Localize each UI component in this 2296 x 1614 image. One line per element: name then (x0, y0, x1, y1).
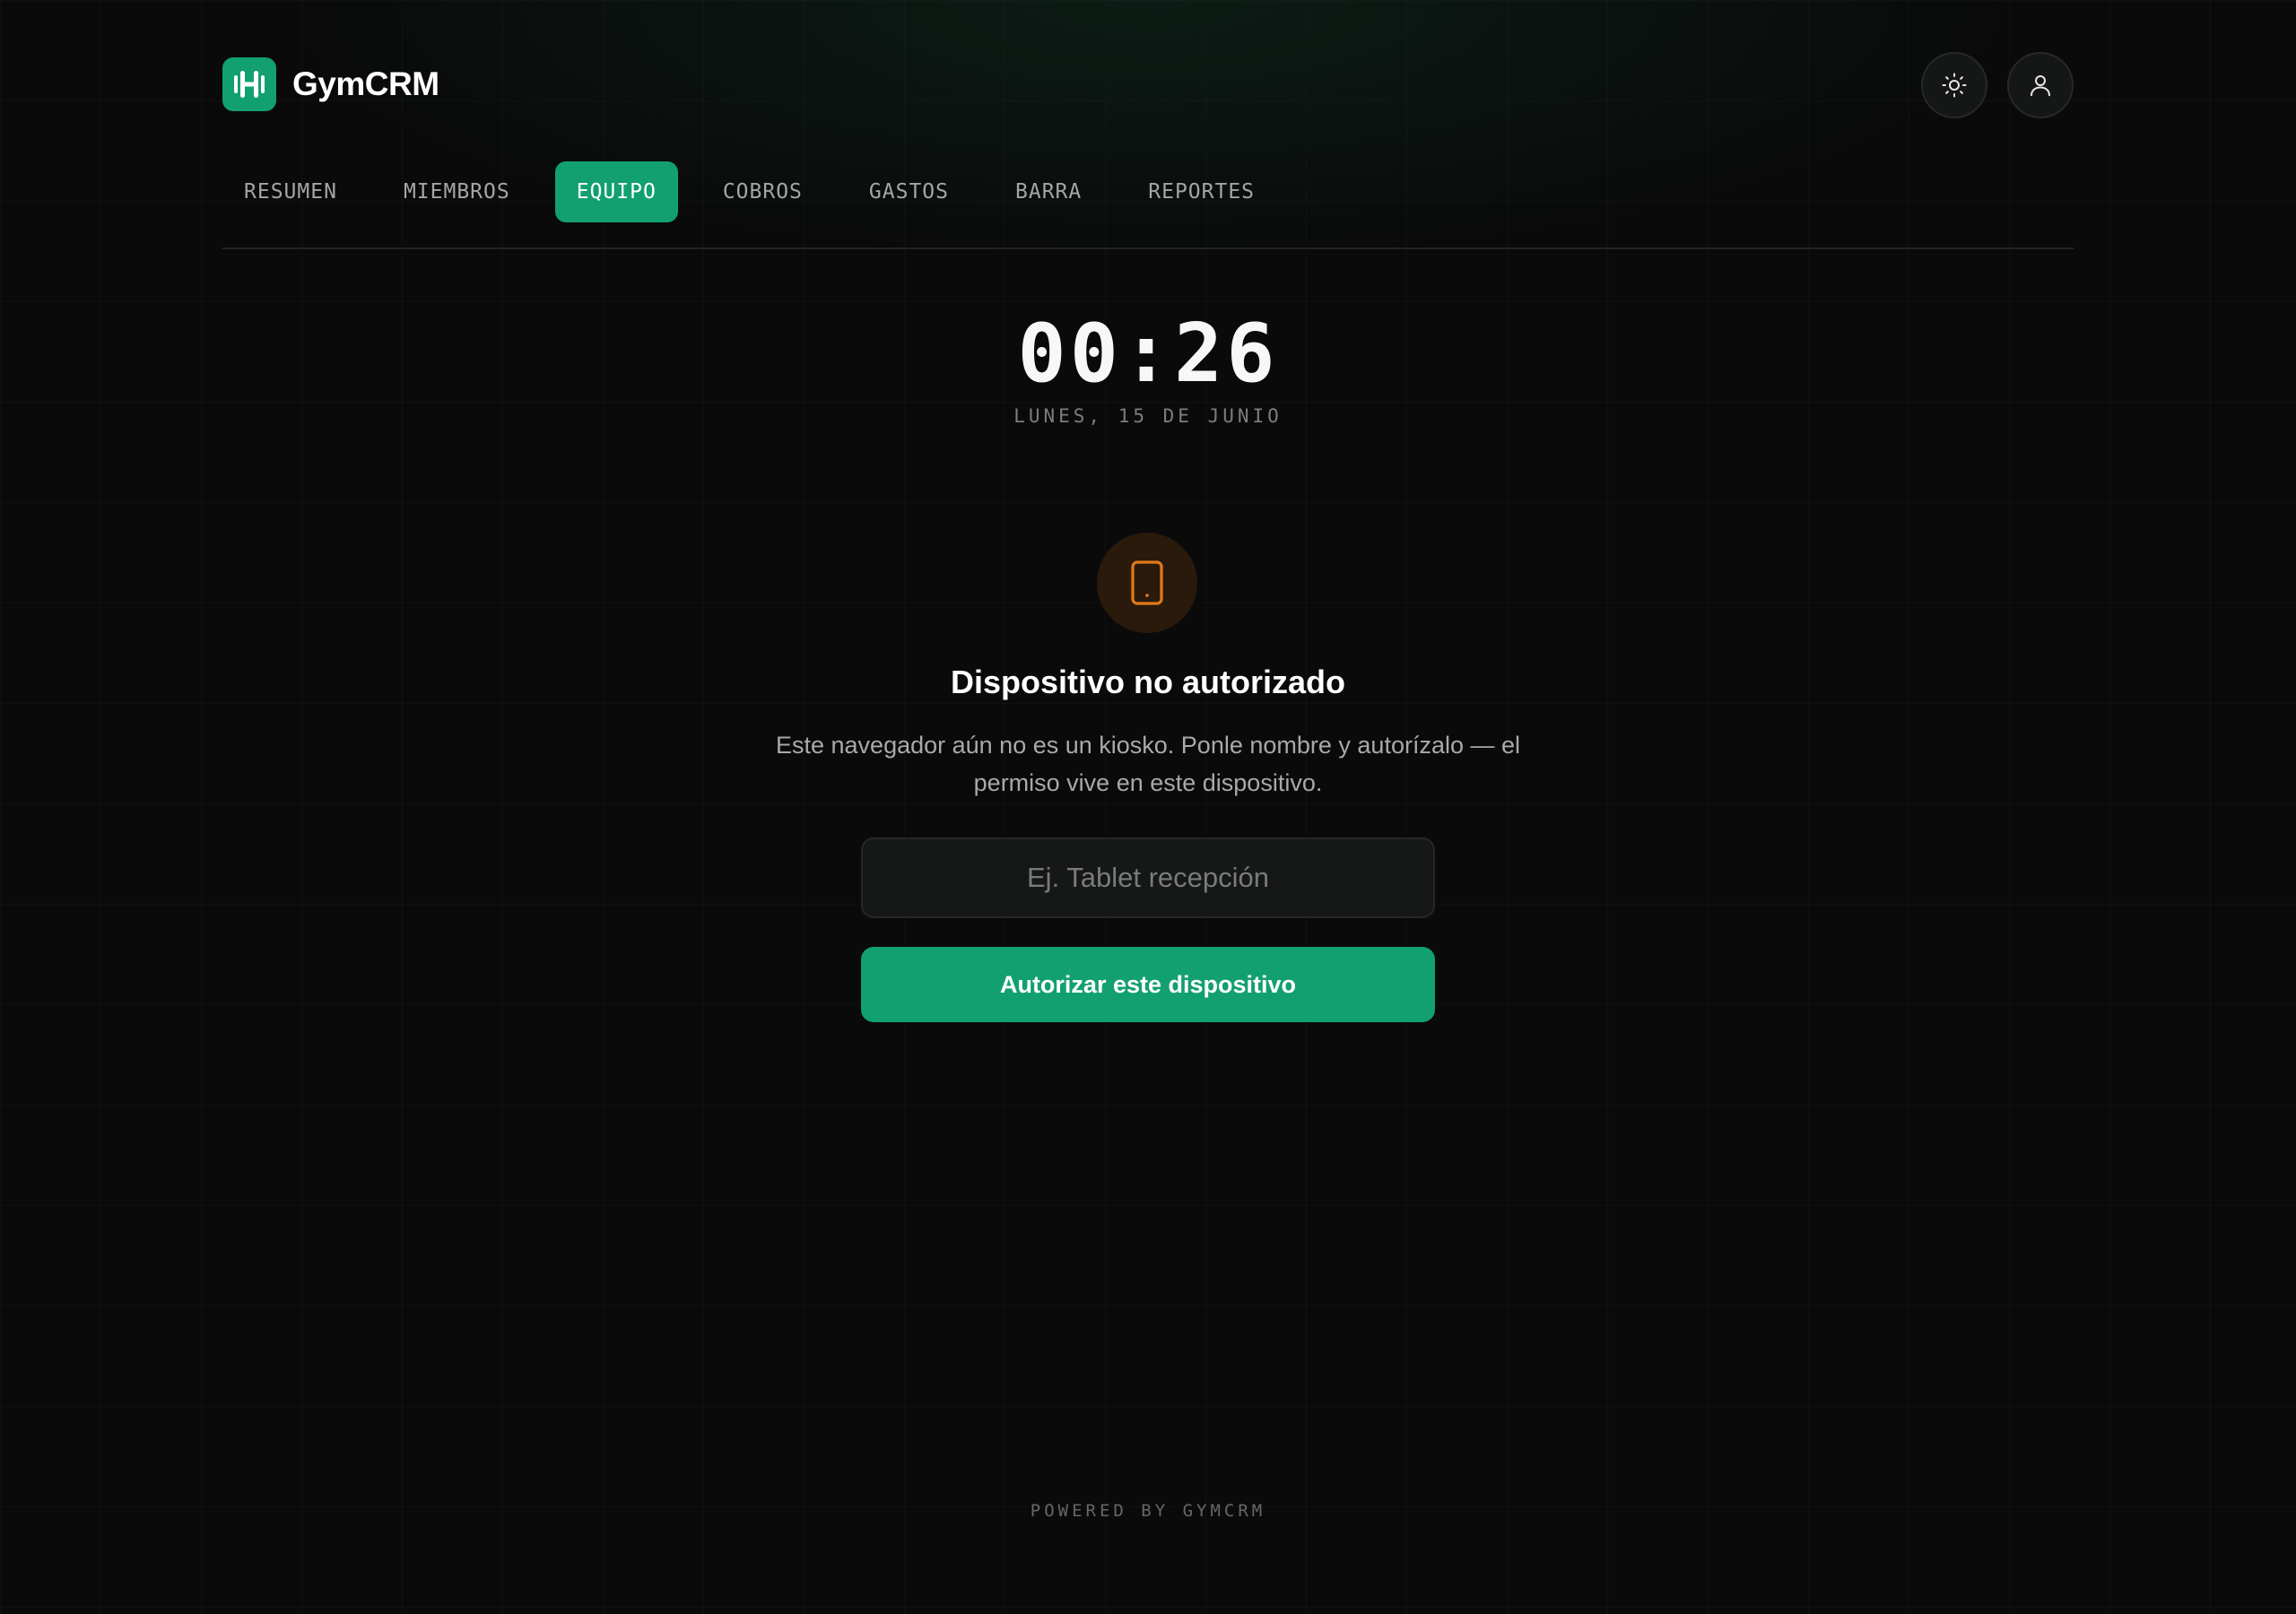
theme-toggle-button[interactable] (1921, 52, 1987, 118)
tab-miembros[interactable]: MIEMBROS (382, 161, 532, 222)
profile-button[interactable] (2007, 52, 2074, 118)
tab-barra[interactable]: BARRA (994, 161, 1103, 222)
authorize-device-button[interactable]: Autorizar este dispositivo (861, 947, 1435, 1022)
auth-description: Este navegador aún no es un kiosko. Ponl… (776, 732, 1520, 796)
nav-divider (222, 247, 2074, 249)
tab-equipo[interactable]: EQUIPO (554, 161, 678, 222)
tab-gastos[interactable]: GASTOS (848, 161, 970, 222)
user-icon (2031, 75, 2050, 97)
tablet-icon (1131, 560, 1163, 605)
main-nav: RESUMEN MIEMBROS EQUIPO COBROS GASTOS BA… (222, 161, 1276, 222)
tab-reportes[interactable]: REPORTES (1126, 161, 1276, 222)
device-badge (1097, 533, 1197, 633)
dumbbell-icon (222, 57, 276, 111)
tab-cobros[interactable]: COBROS (701, 161, 824, 222)
device-name-input[interactable] (861, 837, 1435, 918)
clock-date: LUNES, 15 DE JUNIO (1013, 405, 1283, 427)
tab-resumen[interactable]: RESUMEN (222, 161, 359, 222)
app-root: GymCRM RESUMEN MIEMBROS EQUIPO COBROS GA… (222, 0, 2074, 1614)
sun-icon (1942, 73, 1967, 98)
footer-powered-by: POWERED BY GYMCRM (1030, 1501, 1266, 1521)
header-actions (1921, 52, 2074, 118)
brand[interactable]: GymCRM (222, 57, 439, 111)
header: GymCRM (222, 52, 2074, 120)
auth-title: Dispositivo no autorizado (950, 664, 1345, 700)
brand-name: GymCRM (292, 65, 439, 102)
clock-time: 00:26 (1017, 307, 1279, 401)
